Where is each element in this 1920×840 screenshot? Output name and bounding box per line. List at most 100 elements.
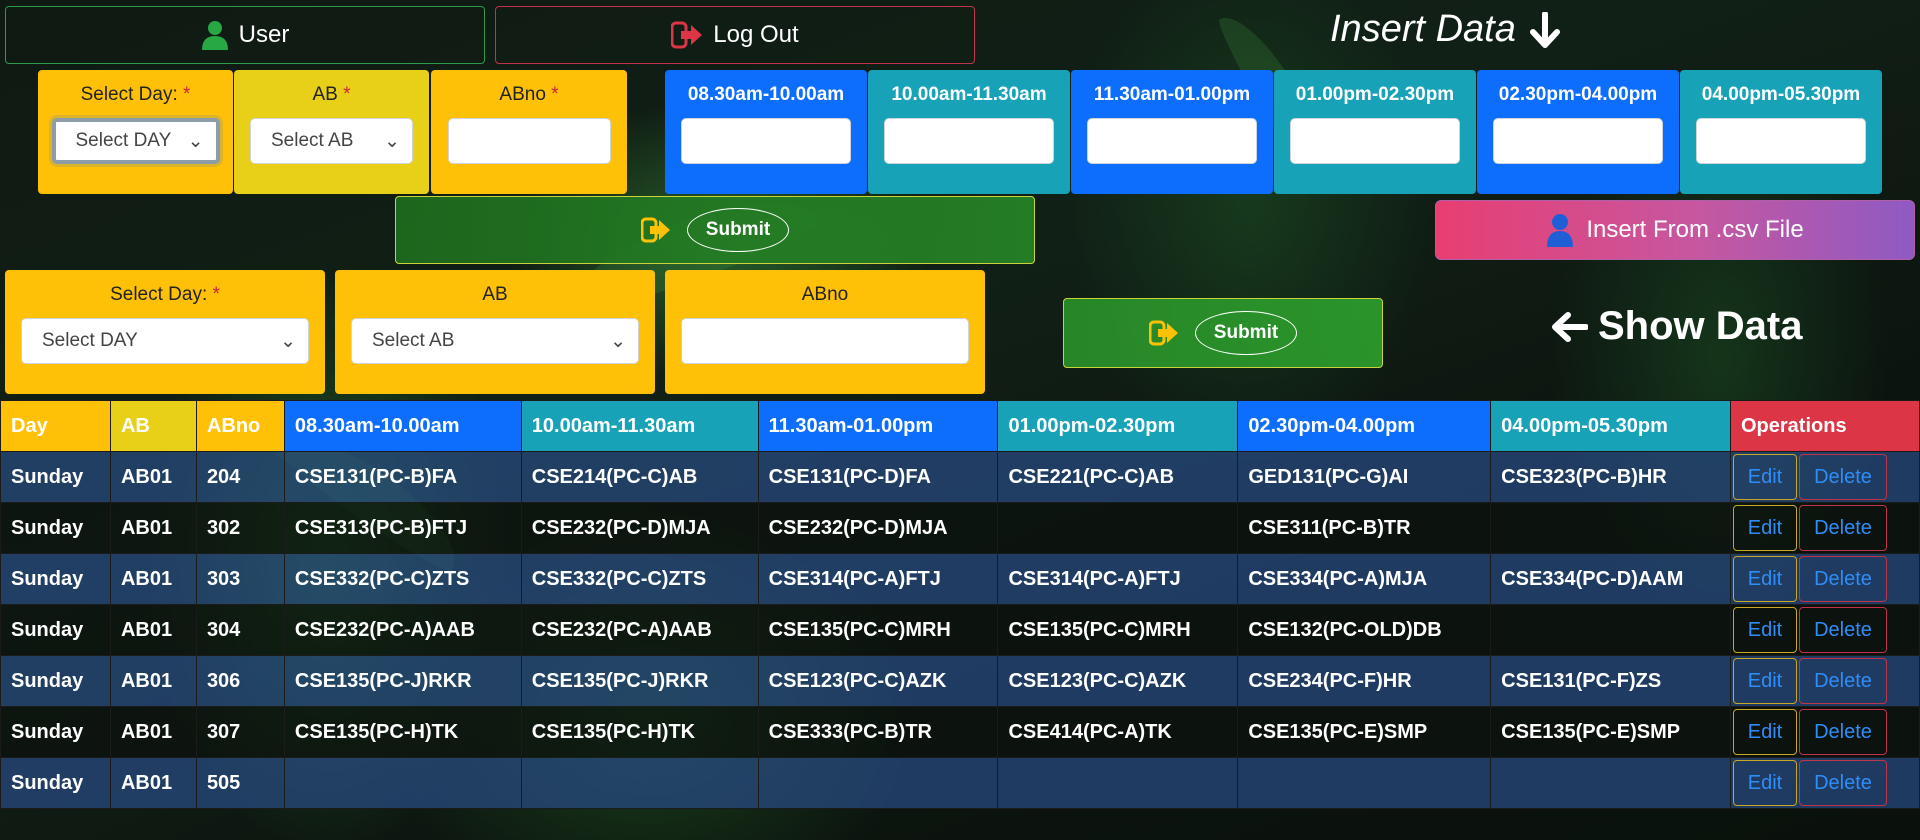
table-cell: 304 bbox=[195, 604, 285, 656]
table-header-cell: AB bbox=[109, 400, 197, 452]
table-cell: CSE123(PC-C)AZK bbox=[757, 655, 999, 707]
delete-button[interactable]: Delete bbox=[1799, 505, 1887, 551]
slot-2-input[interactable] bbox=[884, 118, 1054, 164]
slot-3-group: 11.30am-01.00pm bbox=[1071, 70, 1273, 194]
table-cell: AB01 bbox=[109, 451, 197, 503]
table-cell: CSE232(PC-D)MJA bbox=[520, 502, 759, 554]
slot-4-input[interactable] bbox=[1290, 118, 1460, 164]
table-header-cell: 01.00pm-02.30pm bbox=[997, 400, 1239, 452]
show-ab-select[interactable]: Select AB ⌄ bbox=[351, 318, 639, 364]
table-cell: CSE323(PC-B)HR bbox=[1490, 451, 1731, 503]
edit-button[interactable]: Edit bbox=[1733, 454, 1797, 500]
insert-abno-label: ABno * bbox=[499, 84, 559, 105]
insert-submit-button[interactable]: Submit bbox=[395, 196, 1035, 264]
insert-csv-button[interactable]: Insert From .csv File bbox=[1435, 200, 1915, 260]
slot-2-label: 10.00am-11.30am bbox=[891, 84, 1047, 105]
sign-in-icon bbox=[1148, 320, 1178, 346]
table-header-cell: 04.00pm-05.30pm bbox=[1490, 400, 1731, 452]
edit-button[interactable]: Edit bbox=[1733, 505, 1797, 551]
insert-abno-input[interactable] bbox=[447, 118, 611, 164]
slot-5-label: 02.30pm-04.00pm bbox=[1498, 84, 1658, 105]
show-day-group: Select Day: * Select DAY ⌄ bbox=[5, 270, 325, 394]
operations-cell: Edit Delete bbox=[1730, 655, 1920, 707]
table-cell bbox=[520, 757, 759, 809]
edit-button[interactable]: Edit bbox=[1733, 709, 1797, 755]
table-cell: Sunday bbox=[0, 757, 111, 809]
table-cell bbox=[1490, 502, 1731, 554]
table-header-cell: ABno bbox=[195, 400, 285, 452]
insert-ab-select[interactable]: Select AB ⌄ bbox=[250, 118, 413, 164]
show-abno-group: ABno bbox=[665, 270, 985, 394]
arrow-down-icon bbox=[1529, 11, 1560, 48]
table-cell: CSE334(PC-D)AAM bbox=[1490, 553, 1731, 605]
delete-button[interactable]: Delete bbox=[1799, 709, 1887, 755]
insert-data-heading: Insert Data bbox=[1330, 8, 1560, 51]
table-row: Sunday AB01 303 CSE332(PC-C)ZTS CSE332(PC-C)… bbox=[0, 553, 1920, 605]
table-cell: Sunday bbox=[0, 706, 111, 758]
table-row: Sunday AB01 302 CSE313(PC-B)FTJ CSE232(PC-D)… bbox=[0, 502, 1920, 554]
user-icon bbox=[1547, 214, 1574, 247]
insert-csv-label: Insert From .csv File bbox=[1586, 216, 1804, 243]
slot-1-input[interactable] bbox=[681, 118, 851, 164]
show-abno-label: ABno bbox=[801, 284, 849, 305]
edit-button[interactable]: Edit bbox=[1733, 760, 1797, 806]
table-cell: CSE135(PC-C)MRH bbox=[997, 604, 1239, 656]
user-icon bbox=[201, 21, 228, 50]
table-cell: Sunday bbox=[0, 451, 111, 503]
table-cell: CSE332(PC-C)ZTS bbox=[283, 553, 522, 605]
table-cell: CSE232(PC-A)AAB bbox=[283, 604, 522, 656]
table-cell: AB01 bbox=[109, 553, 197, 605]
user-button[interactable]: User bbox=[5, 6, 485, 64]
edit-button[interactable]: Edit bbox=[1733, 658, 1797, 704]
show-day-select[interactable]: Select DAY ⌄ bbox=[21, 318, 309, 364]
table-cell: AB01 bbox=[109, 502, 197, 554]
slot-5-input[interactable] bbox=[1493, 118, 1663, 164]
delete-button[interactable]: Delete bbox=[1799, 760, 1887, 806]
table-cell: Sunday bbox=[0, 553, 111, 605]
show-abno-input[interactable] bbox=[681, 318, 969, 364]
table-cell: CSE135(PC-J)RKR bbox=[520, 655, 759, 707]
slot-1-group: 08.30am-10.00am bbox=[665, 70, 867, 194]
delete-button[interactable]: Delete bbox=[1799, 454, 1887, 500]
table-header-cell: 02.30pm-04.00pm bbox=[1237, 400, 1492, 452]
table-row: Sunday AB01 306 CSE135(PC-J)RKR CSE135(PC-J)… bbox=[0, 655, 1920, 707]
table-cell: CSE214(PC-C)AB bbox=[520, 451, 759, 503]
chevron-down-icon: ⌄ bbox=[280, 330, 296, 352]
edit-button[interactable]: Edit bbox=[1733, 556, 1797, 602]
table-cell: CSE135(PC-H)TK bbox=[520, 706, 759, 758]
delete-button[interactable]: Delete bbox=[1799, 607, 1887, 653]
table-cell: CSE313(PC-B)FTJ bbox=[283, 502, 522, 554]
operations-cell: Edit Delete bbox=[1730, 706, 1920, 758]
insert-day-group: Select Day: * Select DAY ⌄ bbox=[38, 70, 233, 194]
logout-button[interactable]: Log Out bbox=[495, 6, 975, 64]
slot-5-group: 02.30pm-04.00pm bbox=[1477, 70, 1679, 194]
table-header-cell: Operations bbox=[1730, 400, 1920, 452]
table-header-cell: 11.30am-01.00pm bbox=[757, 400, 999, 452]
table-header-cell: Day bbox=[0, 400, 111, 452]
table-cell: CSE414(PC-A)TK bbox=[997, 706, 1239, 758]
operations-cell: Edit Delete bbox=[1730, 451, 1920, 503]
show-submit-button[interactable]: Submit bbox=[1063, 298, 1383, 368]
slot-3-input[interactable] bbox=[1087, 118, 1257, 164]
table-cell: 306 bbox=[195, 655, 285, 707]
show-ab-label: AB bbox=[482, 284, 508, 305]
slot-6-input[interactable] bbox=[1696, 118, 1866, 164]
delete-button[interactable]: Delete bbox=[1799, 556, 1887, 602]
slot-1-label: 08.30am-10.00am bbox=[687, 84, 845, 105]
table-header-cell: 10.00am-11.30am bbox=[520, 400, 759, 452]
table-cell: CSE314(PC-A)FTJ bbox=[997, 553, 1239, 605]
slot-2-group: 10.00am-11.30am bbox=[868, 70, 1070, 194]
table-header-cell: 08.30am-10.00am bbox=[283, 400, 522, 452]
chevron-down-icon: ⌄ bbox=[610, 330, 626, 352]
table-cell: CSE334(PC-A)MJA bbox=[1237, 553, 1492, 605]
operations-cell: Edit Delete bbox=[1730, 553, 1920, 605]
show-data-title: Show Data bbox=[1598, 304, 1803, 348]
table-cell: AB01 bbox=[109, 604, 197, 656]
delete-button[interactable]: Delete bbox=[1799, 658, 1887, 704]
chevron-down-icon: ⌄ bbox=[187, 130, 204, 152]
table-cell: CSE232(PC-D)MJA bbox=[757, 502, 999, 554]
edit-button[interactable]: Edit bbox=[1733, 607, 1797, 653]
table-cell bbox=[1490, 604, 1731, 656]
sign-in-icon bbox=[640, 217, 670, 243]
insert-day-select[interactable]: Select DAY ⌄ bbox=[51, 118, 220, 164]
